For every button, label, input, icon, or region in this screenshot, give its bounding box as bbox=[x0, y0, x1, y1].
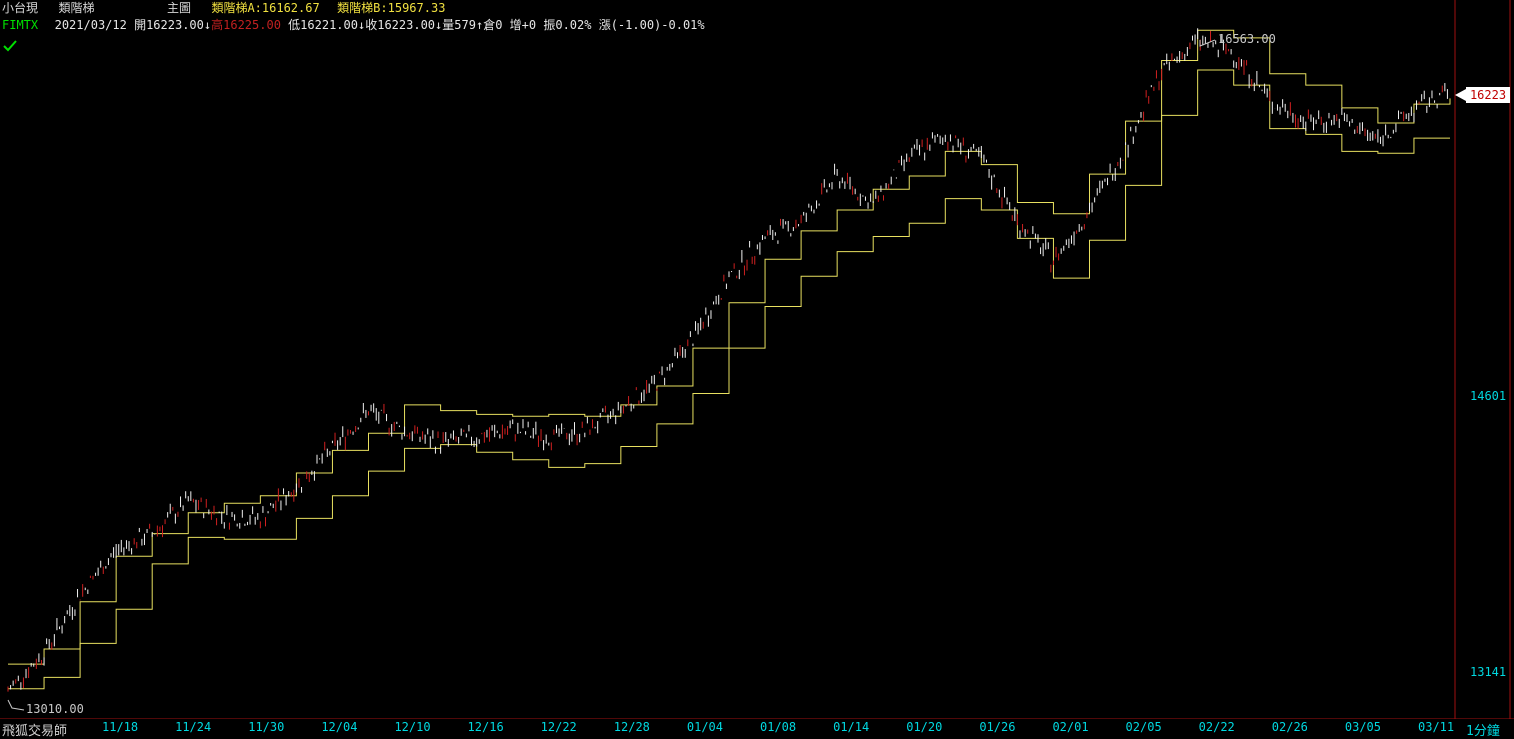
indicator-a-label: 類階梯A: bbox=[211, 1, 262, 15]
x-tick-label: 02/01 bbox=[1052, 720, 1089, 734]
last-price-pointer bbox=[1455, 89, 1466, 101]
chart-window: { "header": { "title": "小台現", "indicator… bbox=[0, 0, 1514, 739]
low-annotation-leader bbox=[7, 699, 25, 711]
checkmark-icon[interactable] bbox=[2, 38, 18, 54]
x-tick-label: 02/22 bbox=[1198, 720, 1235, 734]
candles-group bbox=[7, 28, 1448, 692]
low-annotation: 13010.00 bbox=[26, 702, 84, 716]
amplitude-label: 振0.02% bbox=[543, 18, 592, 32]
x-tick-label: 12/28 bbox=[613, 720, 650, 734]
x-tick-label: 12/16 bbox=[467, 720, 504, 734]
change-label: 漲(-1.00)-0.01% bbox=[598, 18, 705, 32]
x-tick-label: 02/05 bbox=[1125, 720, 1162, 734]
x-tick-label: 01/04 bbox=[686, 720, 723, 734]
x-tick-label: 01/26 bbox=[979, 720, 1016, 734]
high-annotation: 16563.00 bbox=[1218, 32, 1276, 46]
x-tick-label: 03/11 bbox=[1418, 720, 1455, 734]
x-tick-label: 11/24 bbox=[175, 720, 212, 734]
chart-header-line2: FIMTX 2021/03/12 開16223.00↓高16225.00 低16… bbox=[2, 17, 705, 33]
y-tick-label: 13141 bbox=[1470, 665, 1507, 680]
indicator-b-value: 15967.33 bbox=[387, 1, 446, 15]
oi-change-label: 增+0 bbox=[509, 18, 537, 32]
open-label: 開16223.00 bbox=[134, 18, 204, 32]
brand-label: 飛狐交易師 bbox=[2, 724, 68, 739]
y-tick-label: 14601 bbox=[1470, 389, 1507, 404]
last-price-tag: 16223 bbox=[1466, 87, 1510, 103]
symbol-label: FIMTX bbox=[2, 18, 39, 32]
x-tick-label: 01/20 bbox=[906, 720, 943, 734]
x-tick-label: 01/08 bbox=[760, 720, 797, 734]
step-line-a bbox=[8, 29, 1451, 665]
price-chart-svg bbox=[0, 0, 1514, 739]
timeframe-label[interactable]: 1分鐘 bbox=[1466, 720, 1500, 739]
x-tick-label: 12/04 bbox=[321, 720, 358, 734]
date-label: 2021/03/12 bbox=[54, 18, 127, 32]
x-tick-label: 12/10 bbox=[394, 720, 431, 734]
close-label: 收16223.00 bbox=[365, 18, 436, 32]
x-tick-label: 01/14 bbox=[833, 720, 870, 734]
instrument-title: 小台現 bbox=[2, 1, 39, 15]
indicator-b-label: 類階梯B: bbox=[337, 1, 388, 15]
x-tick-label: 02/26 bbox=[1271, 720, 1308, 734]
high-label: 高16225.00 bbox=[211, 18, 281, 32]
x-tick-label: 03/05 bbox=[1344, 720, 1381, 734]
indicator-name: 類階梯 bbox=[58, 1, 95, 15]
chart-header-line1: 小台現 類階梯 主圖 類階梯A:16162.67 類階梯B:15967.33 bbox=[2, 0, 445, 16]
indicator-a-value: 16162.67 bbox=[261, 1, 320, 15]
x-tick-label: 11/18 bbox=[102, 720, 139, 734]
x-tick-label: 11/30 bbox=[248, 720, 285, 734]
x-tick-label: 12/22 bbox=[540, 720, 577, 734]
pane-label: 主圖 bbox=[166, 1, 191, 15]
step-line-b bbox=[8, 69, 1450, 690]
open-interest-label: 倉0 bbox=[483, 18, 503, 32]
low-label: 低16221.00 bbox=[288, 18, 358, 32]
volume-label: 量579 bbox=[442, 18, 476, 32]
